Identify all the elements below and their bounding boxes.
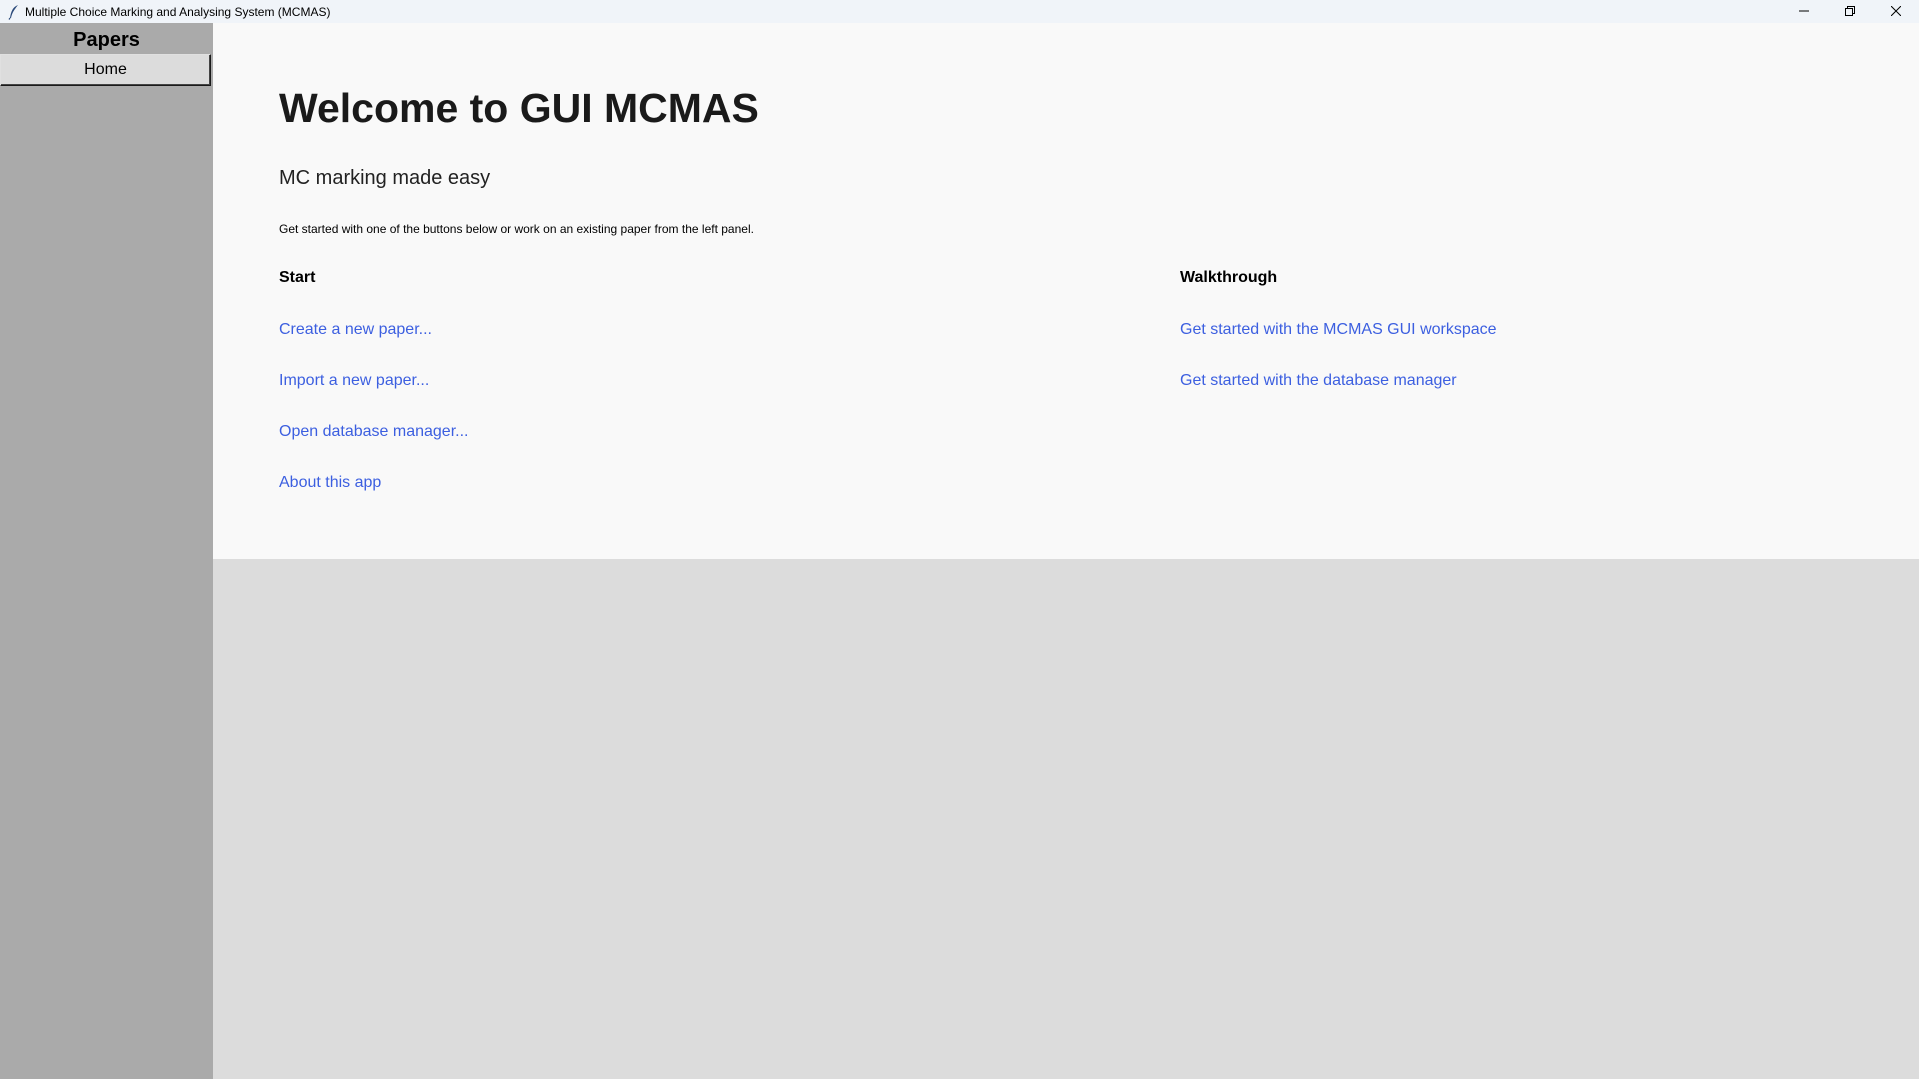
papers-sidebar: Papers Home xyxy=(0,23,213,1079)
intro-text: Get started with one of the buttons belo… xyxy=(279,222,754,236)
close-button[interactable] xyxy=(1873,0,1919,23)
restore-button[interactable] xyxy=(1827,0,1873,23)
window-title: Multiple Choice Marking and Analysing Sy… xyxy=(25,4,331,19)
tagline: MC marking made easy xyxy=(279,167,491,189)
sidebar-title: Papers xyxy=(0,23,213,54)
page-title: Welcome to GUI MCMAS xyxy=(279,85,759,131)
open-database-manager-link[interactable]: Open database manager... xyxy=(279,423,468,441)
database-walkthrough-link[interactable]: Get started with the database manager xyxy=(1180,372,1457,390)
create-paper-link[interactable]: Create a new paper... xyxy=(279,321,432,339)
home-panel: Welcome to GUI MCMAS MC marking made eas… xyxy=(213,23,1919,559)
about-app-link[interactable]: About this app xyxy=(279,474,381,492)
restore-icon xyxy=(1845,3,1855,21)
walkthrough-heading: Walkthrough xyxy=(1180,269,1278,286)
window-titlebar[interactable]: Multiple Choice Marking and Analysing Sy… xyxy=(0,0,1919,23)
feather-icon xyxy=(5,3,23,21)
start-heading: Start xyxy=(279,269,316,286)
minimize-icon xyxy=(1799,3,1809,21)
import-paper-link[interactable]: Import a new paper... xyxy=(279,372,429,390)
workspace-walkthrough-link[interactable]: Get started with the MCMAS GUI workspace xyxy=(1180,321,1497,339)
window-controls xyxy=(1781,0,1919,23)
sidebar-item-home[interactable]: Home xyxy=(0,54,211,86)
close-icon xyxy=(1890,3,1902,21)
minimize-button[interactable] xyxy=(1781,0,1827,23)
